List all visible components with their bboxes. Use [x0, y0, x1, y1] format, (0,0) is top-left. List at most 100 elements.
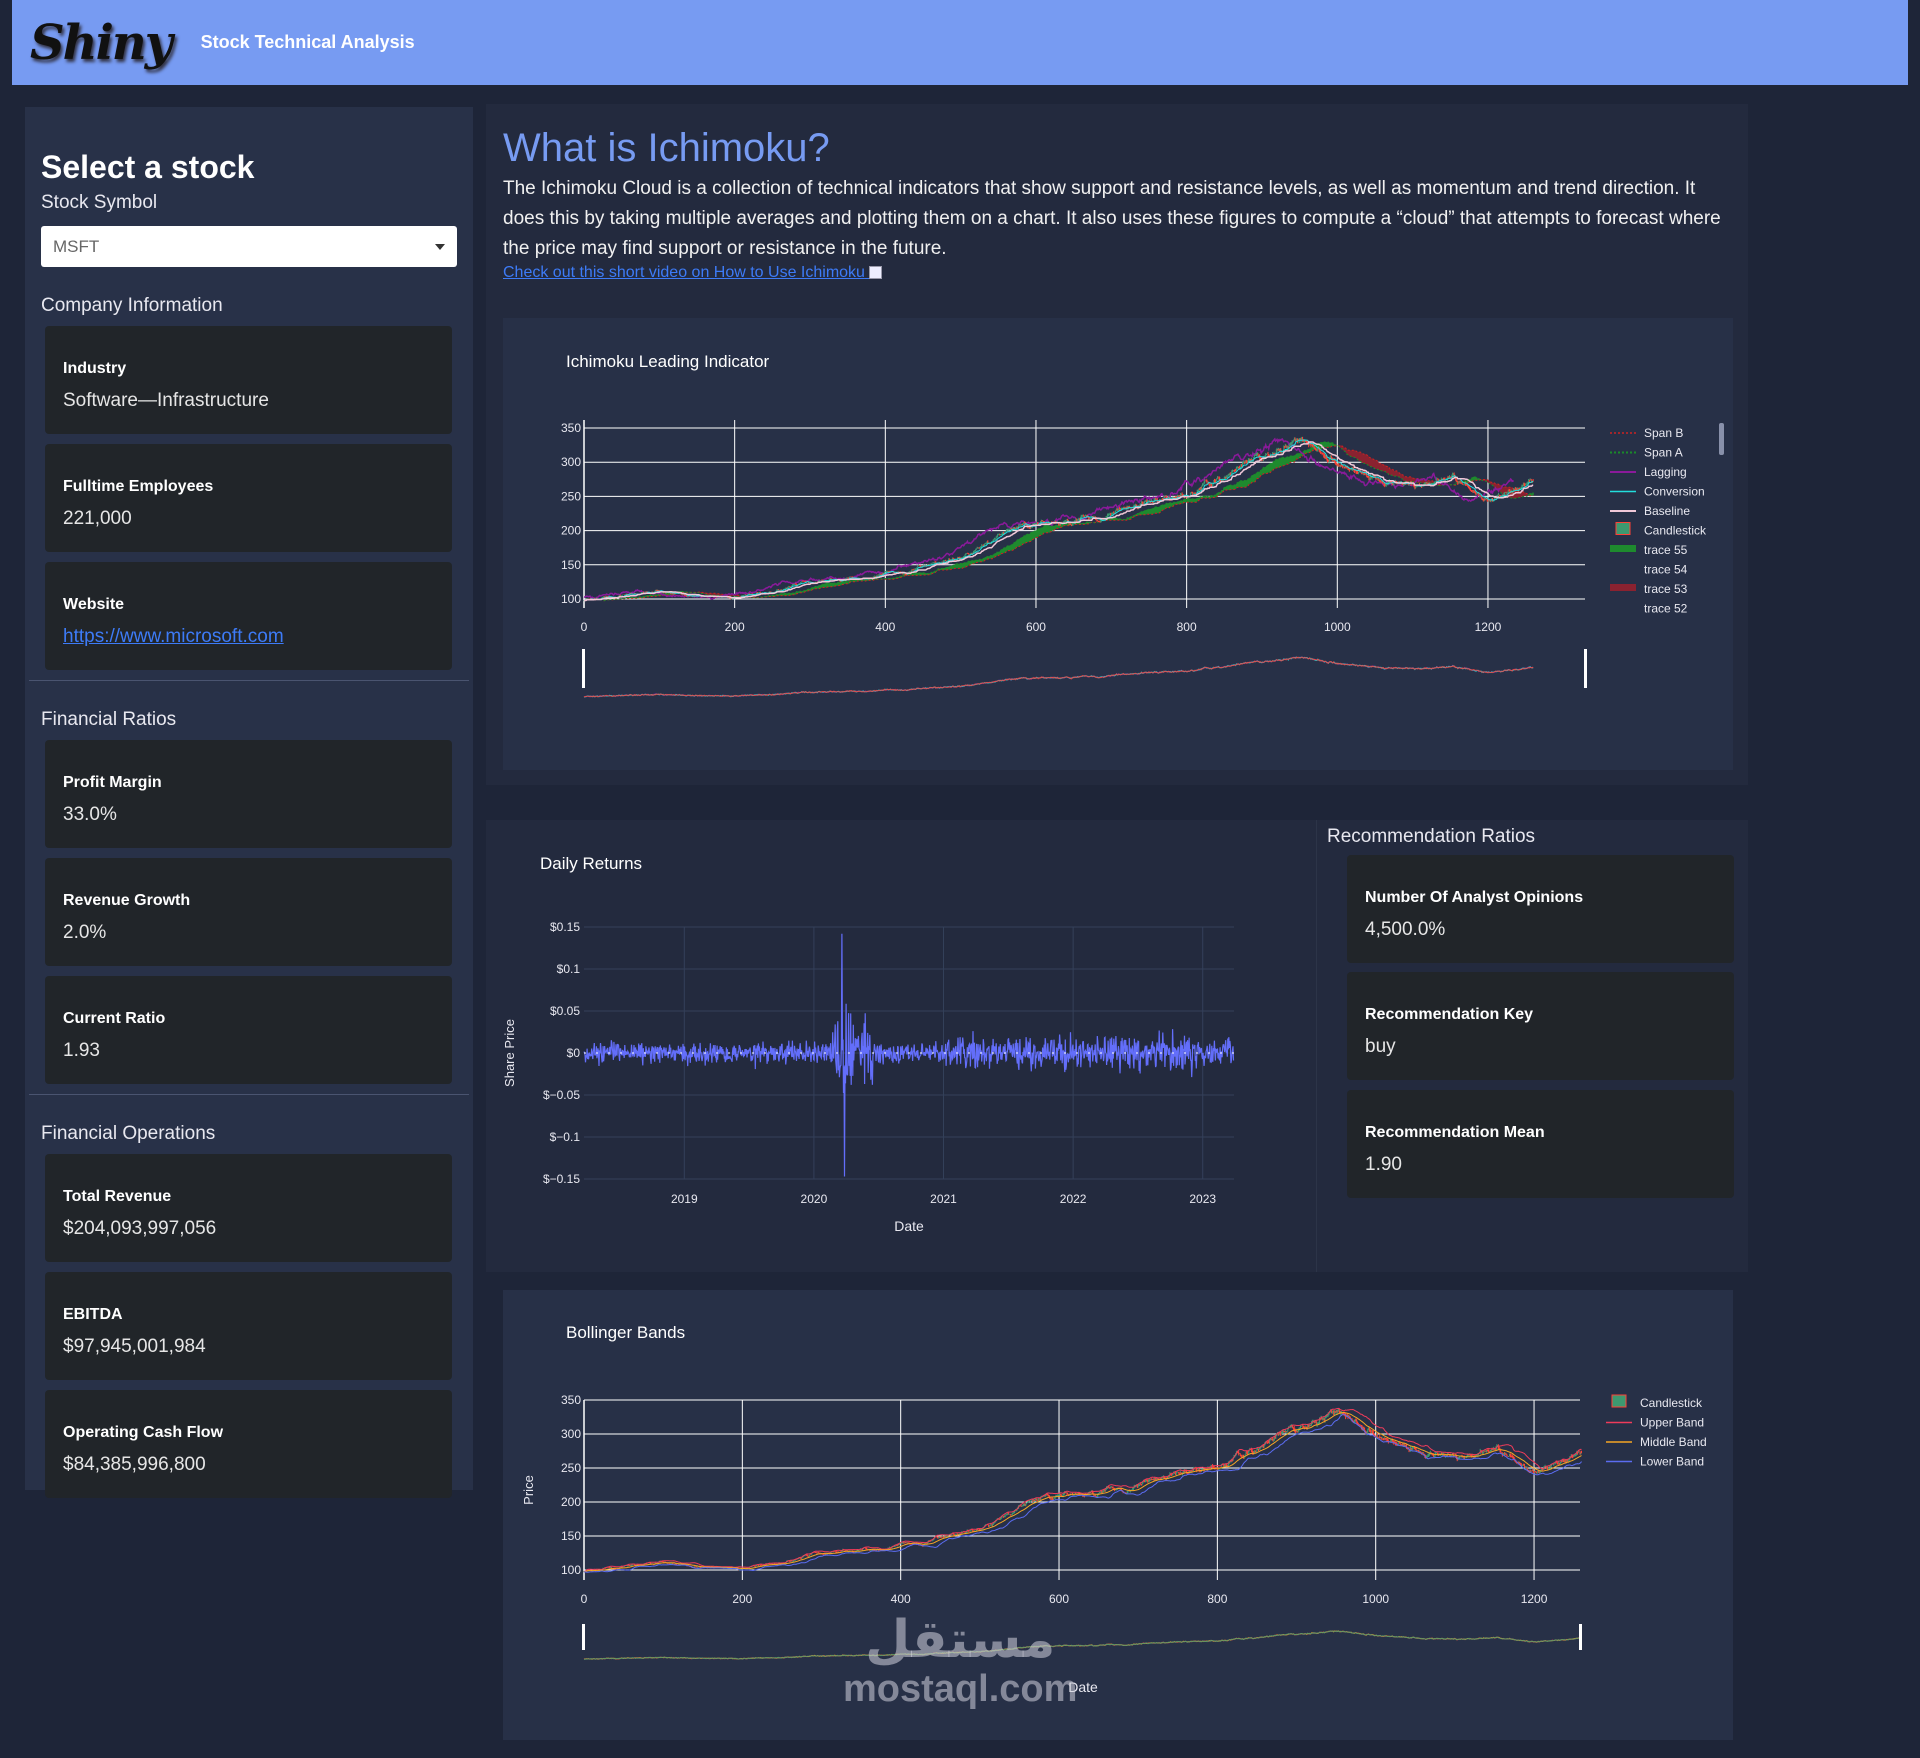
- y-tick-label: $−0.1: [550, 1130, 581, 1144]
- current-ratio-card: Current Ratio 1.93: [45, 976, 452, 1084]
- card-title: Fulltime Employees: [63, 478, 214, 495]
- x-tick-label: 400: [891, 1592, 911, 1606]
- ichimoku-chart-panel: Ichimoku Leading Indicator 100 150 200 250 3…: [503, 318, 1733, 770]
- legend-item-trace-55: trace 55: [1644, 543, 1688, 557]
- y-tick-label: 350: [561, 421, 581, 435]
- baseline-line: [583, 441, 1534, 602]
- recommendation-heading: Recommendation Ratios: [1327, 826, 1536, 847]
- y-axis-title: Share Price: [502, 1019, 517, 1087]
- x-tick-label: 2020: [801, 1192, 828, 1206]
- legend-item-trace-53: trace 53: [1644, 582, 1688, 596]
- middle-band-line: [583, 1412, 1582, 1573]
- range-slider-trace: [583, 656, 1534, 698]
- x-tick-label: 200: [725, 620, 745, 634]
- y-tick-label: 250: [561, 489, 581, 503]
- daily-returns-line: [583, 933, 1235, 1177]
- stock-symbol-select[interactable]: MSFT: [41, 226, 457, 267]
- x-tick-label: 400: [875, 620, 895, 634]
- card-title: Recommendation Mean: [1365, 1124, 1545, 1141]
- range-slider-handle-left: [582, 649, 585, 688]
- sidebar: Select a stock Stock Symbol MSFT Company…: [25, 107, 473, 1498]
- legend-item-upper-band: Upper Band: [1640, 1416, 1704, 1430]
- legend-item-middle-band: Middle Band: [1640, 1435, 1707, 1449]
- website-link[interactable]: https://www.microsoft.com: [63, 626, 284, 647]
- employees-card: Fulltime Employees 221,000: [45, 444, 452, 552]
- financial-ratios-label: Financial Ratios: [41, 709, 177, 730]
- legend-swatch: [1610, 584, 1636, 591]
- card-value: 33.0%: [63, 804, 117, 825]
- x-tick-label: 2021: [930, 1192, 957, 1206]
- video-link-text: Check out this short video on How to Use…: [503, 264, 865, 281]
- card-title: Profit Margin: [63, 774, 162, 791]
- range-slider-trace: [583, 656, 1534, 698]
- x-tick-label: 0: [581, 1592, 588, 1606]
- x-tick-label: 0: [581, 620, 588, 634]
- y-tick-label: $−0.15: [543, 1172, 580, 1186]
- website-card: Website https://www.microsoft.com: [45, 562, 452, 670]
- range-slider-handle-right: [1584, 649, 1587, 688]
- y-tick-label: 250: [561, 1461, 581, 1475]
- legend-item-lower-band: Lower Band: [1640, 1455, 1704, 1469]
- industry-card: Industry Software—Infrastructure: [45, 326, 452, 434]
- x-axis-title: Date: [894, 1218, 924, 1234]
- analyst-opinions-card: Number Of Analyst Opinions 4,500.0%: [1347, 855, 1734, 963]
- watermark-latin: mostaql.com: [843, 1668, 1078, 1710]
- daily-returns-chart[interactable]: $0.15 $0.1 $0.05 $0 $−0.05 $−0.1 $−0.15 2019 202…: [486, 820, 1316, 1272]
- card-title: Number Of Analyst Opinions: [1365, 889, 1584, 906]
- x-tick-label: 800: [1177, 620, 1197, 634]
- x-tick-label: 2019: [671, 1192, 698, 1206]
- y-tick-label: 150: [561, 558, 581, 572]
- returns-recommendation-row: Daily Returns $0.15 $0.1 $0.05 $0 $−0.05 $−0.…: [486, 820, 1748, 1272]
- card-title: Website: [63, 596, 125, 613]
- candlestick-up: [583, 1408, 1582, 1573]
- card-value: 2.0%: [63, 922, 107, 943]
- ichimoku-chart[interactable]: 100 150 200 250 300 350 0 200 400 600 800 1000 1200 S…: [503, 318, 1733, 770]
- divider: [29, 1094, 469, 1095]
- x-tick-label: 1000: [1324, 620, 1351, 634]
- recommendation-section: Recommendation Ratios Number Of Analyst …: [1316, 820, 1748, 1272]
- company-info-label: Company Information: [41, 295, 223, 316]
- x-tick-label: 200: [732, 1592, 752, 1606]
- upper-band-line: [583, 1407, 1582, 1573]
- y-tick-label: 200: [561, 524, 581, 538]
- x-tick-label: 1200: [1475, 620, 1502, 634]
- x-tick-label: 600: [1026, 620, 1046, 634]
- y-tick-label: 100: [561, 592, 581, 606]
- ichimoku-section: What is Ichimoku? The Ichimoku Cloud is …: [486, 104, 1748, 785]
- card-value: $204,093,997,056: [63, 1218, 217, 1239]
- legend-item-baseline: Baseline: [1644, 504, 1690, 518]
- y-tick-label: $−0.05: [543, 1088, 580, 1102]
- video-link[interactable]: Check out this short video on How to Use…: [503, 264, 883, 282]
- y-axis-title: Price: [521, 1475, 536, 1505]
- card-title: Revenue Growth: [63, 892, 191, 909]
- card-title: Total Revenue: [63, 1188, 172, 1205]
- legend-candle-icon: [1615, 522, 1631, 535]
- bollinger-chart[interactable]: 100 150 200 250 300 350 0 200 400 600 800 1000 1200 C…: [503, 1290, 1733, 1740]
- recommendation-key-card: Recommendation Key buy: [1347, 972, 1734, 1080]
- legend-item-conversion: Conversion: [1644, 485, 1705, 499]
- x-tick-label: 1200: [1521, 1592, 1548, 1606]
- ichimoku-heading: What is Ichimoku?: [503, 126, 830, 170]
- y-tick-label: 150: [561, 1529, 581, 1543]
- x-tick-label: 800: [1207, 1592, 1227, 1606]
- y-tick-label: 350: [561, 1393, 581, 1407]
- card-value: Software—Infrastructure: [63, 390, 269, 411]
- card-title: Current Ratio: [63, 1010, 166, 1027]
- ichimoku-description: The Ichimoku Cloud is a collection of te…: [503, 178, 1721, 259]
- y-tick-label: 100: [561, 1563, 581, 1577]
- card-value: 1.90: [1365, 1154, 1402, 1175]
- card-title: EBITDA: [63, 1306, 123, 1323]
- x-tick-label: 1000: [1362, 1592, 1389, 1606]
- external-link-icon: [869, 266, 883, 280]
- conversion-line: [583, 439, 1534, 602]
- x-tick-label: 600: [1049, 1592, 1069, 1606]
- legend-item-candlestick: Candlestick: [1640, 1396, 1703, 1410]
- divider: [29, 680, 469, 681]
- legend-item-trace-54: trace 54: [1644, 563, 1688, 577]
- candlestick-down: [587, 1408, 1582, 1572]
- legend-scrollbar[interactable]: [1719, 423, 1724, 455]
- sidebar-heading: Select a stock: [41, 149, 255, 185]
- selected-symbol: MSFT: [53, 236, 100, 256]
- total-revenue-card: Total Revenue $204,093,997,056: [45, 1154, 452, 1262]
- financial-ops-label: Financial Operations: [41, 1123, 216, 1144]
